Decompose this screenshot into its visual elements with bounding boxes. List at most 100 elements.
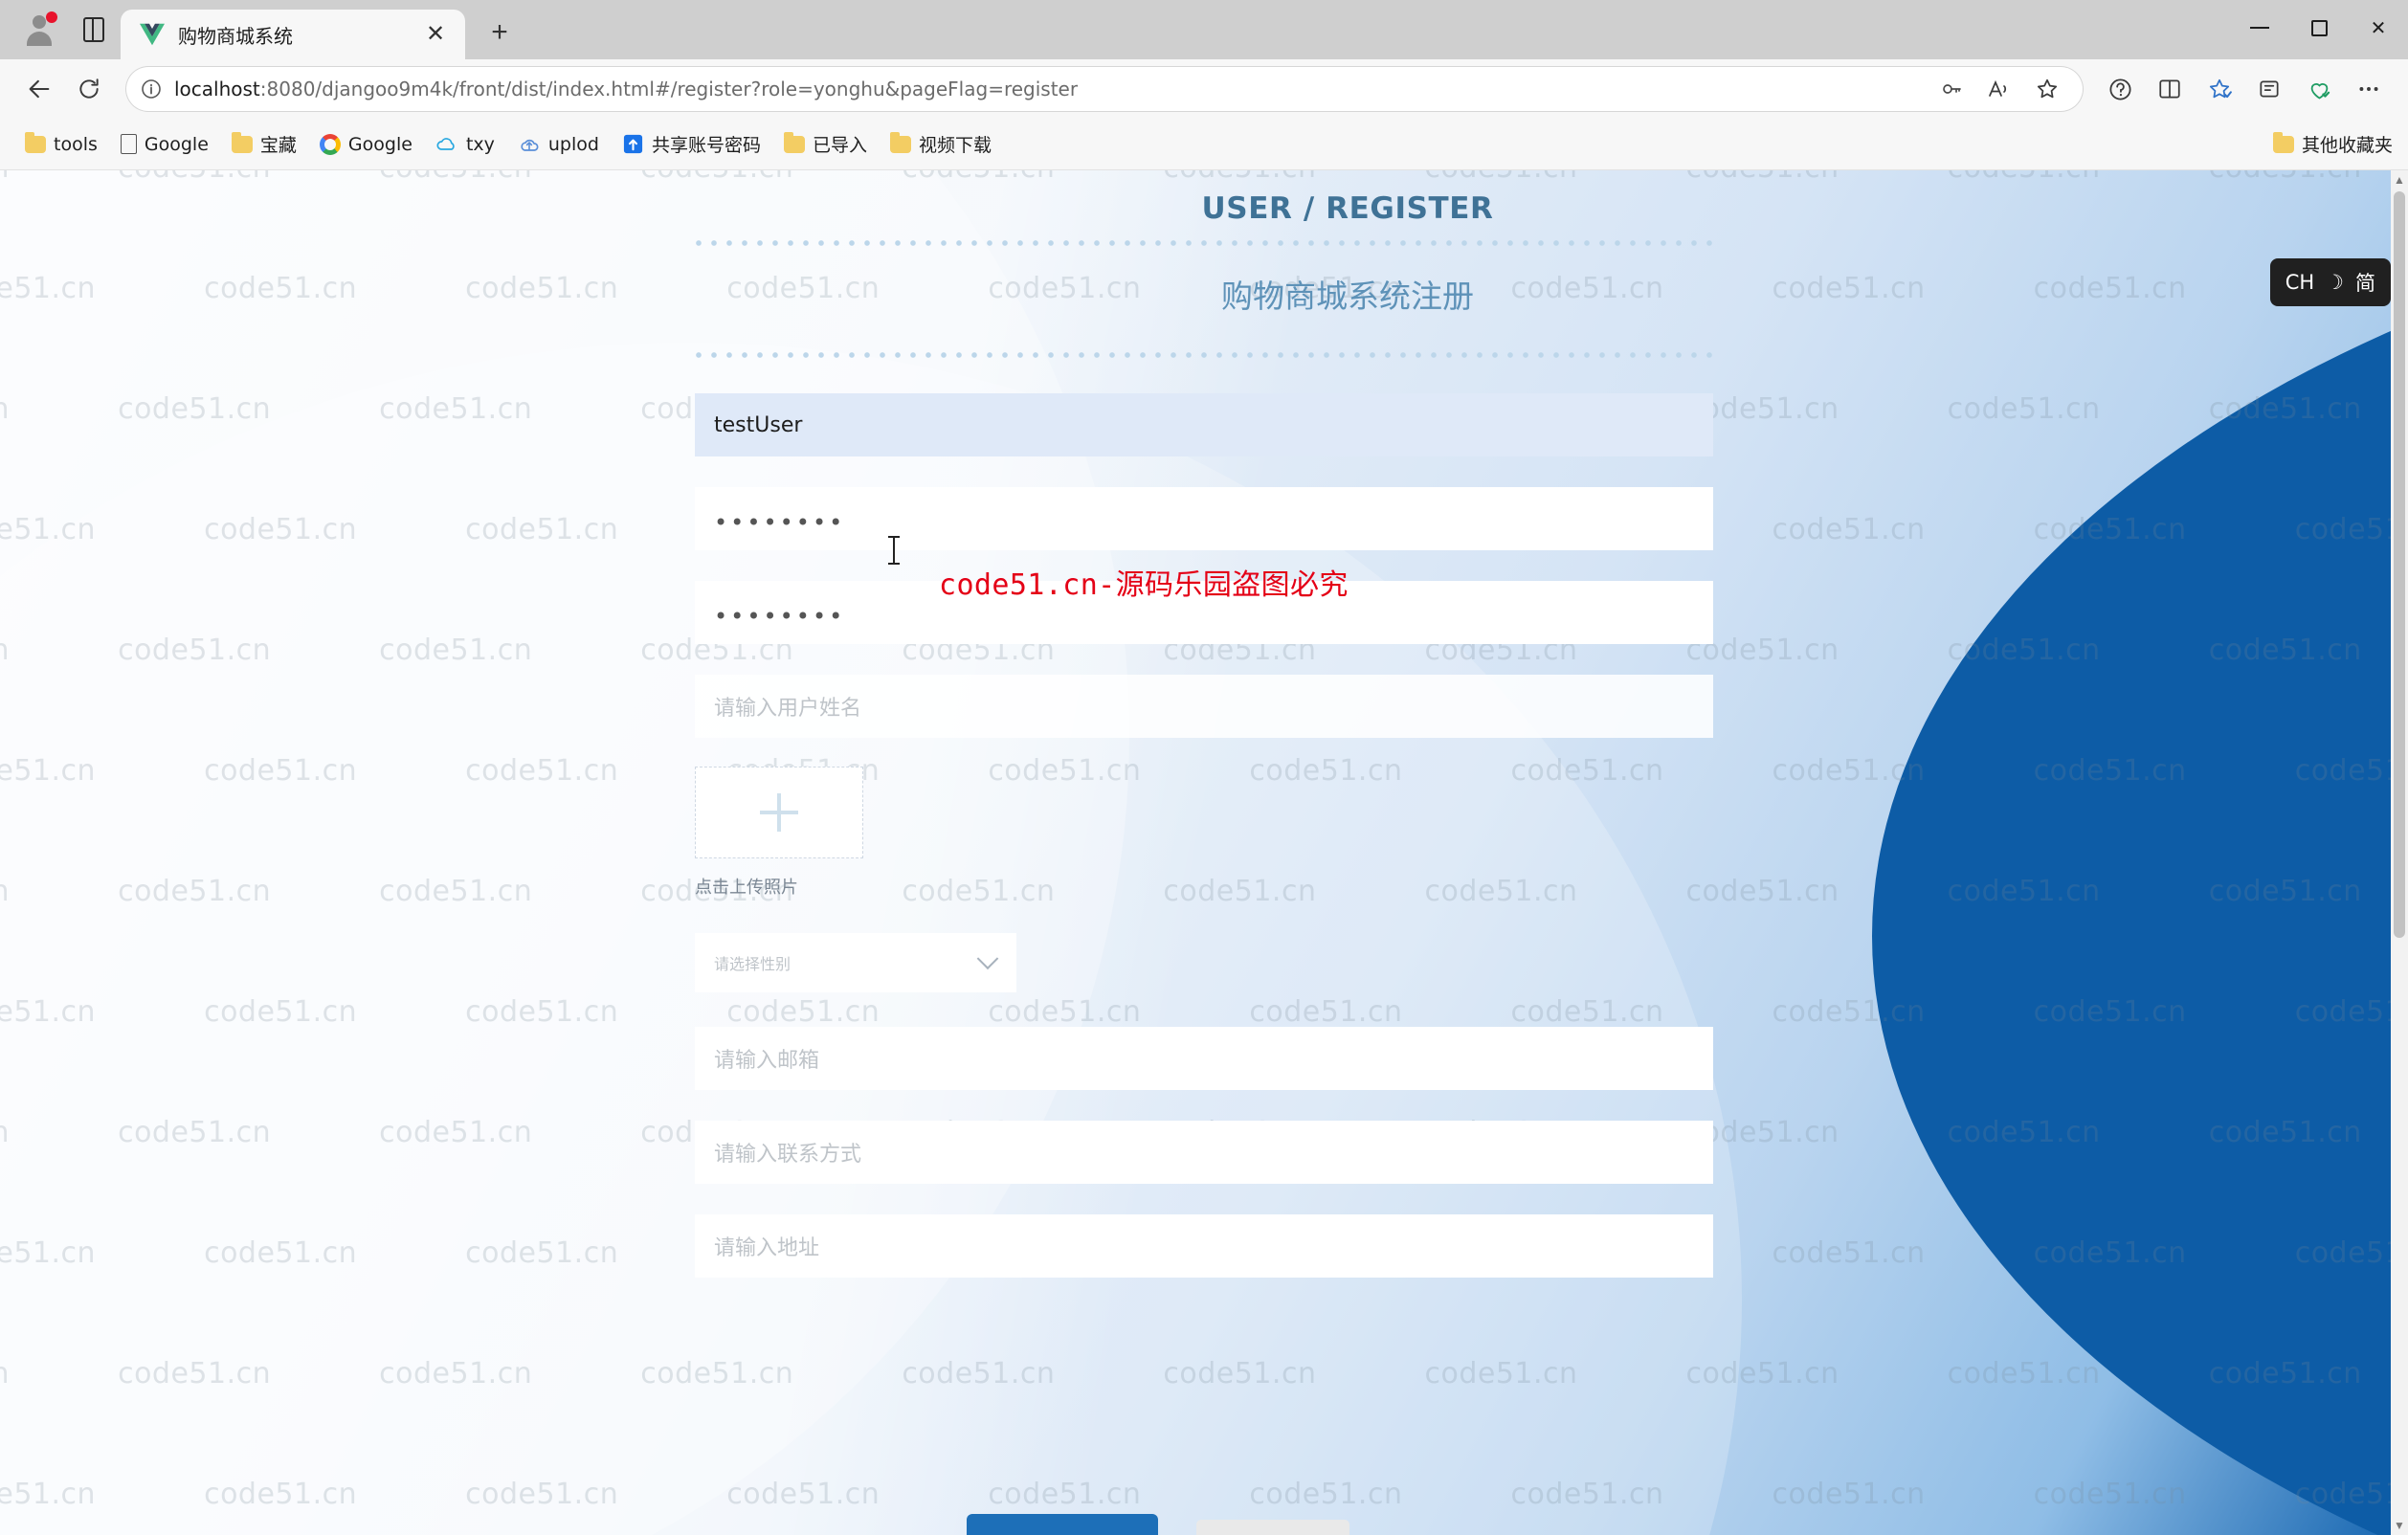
- bookmark-label: 已导入: [812, 135, 867, 156]
- url-host: localhost: [174, 78, 260, 100]
- reload-button[interactable]: [67, 67, 111, 111]
- browser-essentials-button[interactable]: [2297, 67, 2341, 111]
- upload-caption: 点击上传照片: [695, 878, 798, 898]
- bookmark-google[interactable]: Google: [310, 129, 422, 160]
- upload-icon: [521, 139, 539, 151]
- register-form-container: USER / REGISTER 购物商城系统注册 testUser ••••••…: [0, 170, 2408, 1535]
- collections-icon: [2260, 80, 2279, 98]
- bookmark-video-download[interactable]: 视频下载: [881, 126, 1001, 162]
- bookmark-label: uplod: [547, 133, 599, 155]
- page-scrollbar[interactable]: ▲ ▼: [2391, 170, 2408, 1535]
- key-icon[interactable]: [1929, 67, 1973, 111]
- folder-icon: [25, 131, 46, 153]
- page-title-en: USER / REGISTER: [1201, 191, 1494, 226]
- bookmark-label: txy: [465, 133, 495, 155]
- bookmark-txy[interactable]: txy: [426, 129, 504, 160]
- password-confirm-mask: ••••••••: [714, 603, 846, 630]
- key-glyph-icon: [1943, 84, 1961, 94]
- gender-select[interactable]: 请选择性别: [695, 933, 1016, 992]
- collections-button[interactable]: [2247, 67, 2291, 111]
- chevron-down-icon: [976, 947, 999, 970]
- browser-settings-button[interactable]: [2347, 67, 2391, 111]
- photo-upload-button[interactable]: [695, 767, 863, 858]
- folder-icon: [231, 131, 253, 153]
- scroll-down-arrow[interactable]: ▼: [2391, 1516, 2408, 1535]
- scrollbar-thumb[interactable]: [2394, 191, 2405, 938]
- bookmark-tools[interactable]: tools: [15, 129, 107, 160]
- vertical-tabs-icon: [83, 17, 104, 42]
- field-fullname[interactable]: 请输入用户姓名: [695, 675, 1713, 738]
- phone-input[interactable]: 请输入联系方式: [695, 1121, 1713, 1184]
- browser-tab[interactable]: 购物商城系统 ✕: [121, 10, 465, 59]
- maximize-button[interactable]: [2289, 0, 2349, 56]
- field-address[interactable]: 请输入地址: [695, 1214, 1713, 1278]
- folder-icon: [783, 131, 805, 153]
- red-watermark-text: code51.cn-源码乐园盗图必究: [939, 568, 1349, 602]
- close-window-button[interactable]: ✕: [2349, 0, 2408, 56]
- profile-button[interactable]: [17, 8, 61, 52]
- page-title-cn: 购物商城系统注册: [1221, 278, 1474, 315]
- divider-top: [695, 239, 1713, 247]
- url-text[interactable]: localhost:8080/djangoo9m4k/front/dist/in…: [174, 78, 1918, 100]
- favorites-button[interactable]: [2197, 67, 2241, 111]
- bookmark-label: 视频下载: [919, 135, 992, 156]
- password-input[interactable]: ••••••••: [695, 487, 1713, 550]
- other-favorites-label: 其他收藏夹: [2301, 135, 2393, 156]
- password-mask: ••••••••: [714, 509, 846, 536]
- bookmark-shared-passwords[interactable]: 共享账号密码: [613, 126, 770, 162]
- bookmark-imported[interactable]: 已导入: [774, 126, 877, 162]
- field-phone[interactable]: 请输入联系方式: [695, 1121, 1713, 1184]
- plus-icon: [760, 793, 798, 832]
- bookmark-label: Google: [347, 133, 412, 155]
- bookmarks-bar: tools Google 宝藏 Google txy uplod 共享账号密码 …: [0, 119, 2408, 170]
- address-input[interactable]: 请输入地址: [695, 1214, 1713, 1278]
- fullname-input[interactable]: 请输入用户姓名: [695, 675, 1713, 738]
- bookmark-baozang[interactable]: 宝藏: [222, 126, 306, 162]
- omnibox-actions: [1929, 67, 2069, 111]
- bookmark-label: Google: [144, 133, 209, 155]
- new-tab-button[interactable]: +: [479, 11, 521, 54]
- tabstrip-left-controls: [10, 0, 121, 59]
- bookmark-uplod[interactable]: uplod: [508, 129, 609, 160]
- read-aloud-icon[interactable]: [1977, 67, 2021, 111]
- ime-language: CH: [2285, 271, 2315, 294]
- favorite-star-icon[interactable]: [2025, 67, 2069, 111]
- profile-notification-dot: [46, 11, 57, 23]
- reload-icon: [79, 78, 99, 99]
- minimize-button[interactable]: [2230, 0, 2289, 56]
- minimize-icon: [2250, 27, 2269, 29]
- username-input[interactable]: testUser: [695, 393, 1713, 456]
- back-button[interactable]: [17, 67, 61, 111]
- extensions-button[interactable]: [2098, 67, 2142, 111]
- url-path: :8080/djangoo9m4k/front/dist/index.html#…: [259, 78, 1079, 100]
- gender-placeholder: 请选择性别: [714, 957, 792, 973]
- site-info-icon[interactable]: [140, 78, 163, 100]
- folder-icon: [2272, 131, 2294, 153]
- phone-placeholder: 请输入联系方式: [714, 1143, 862, 1167]
- bookmark-label: 宝藏: [259, 135, 297, 156]
- field-username[interactable]: testUser: [695, 393, 1713, 456]
- bottom-floating-card-2: [1196, 1520, 1349, 1535]
- window-controls: ✕: [2230, 0, 2408, 56]
- ime-status-badge[interactable]: CH ☽ 简: [2269, 258, 2391, 306]
- field-email[interactable]: 请输入邮箱: [695, 1027, 1713, 1090]
- address-bar[interactable]: localhost:8080/djangoo9m4k/front/dist/in…: [126, 67, 2083, 111]
- other-favorites[interactable]: 其他收藏夹: [2272, 131, 2393, 157]
- moon-icon: ☽: [2326, 271, 2344, 294]
- split-screen-button[interactable]: [2148, 67, 2192, 111]
- heart-shield-icon: [2310, 82, 2330, 100]
- bookmark-google-doc[interactable]: Google: [111, 129, 218, 160]
- field-password[interactable]: ••••••••: [695, 487, 1713, 550]
- tab-title: 购物商城系统: [178, 24, 293, 48]
- scroll-up-arrow[interactable]: ▲: [2391, 170, 2408, 189]
- email-input[interactable]: 请输入邮箱: [695, 1027, 1713, 1090]
- tab-close-button[interactable]: ✕: [419, 18, 452, 51]
- text-cursor-icon: [888, 536, 900, 565]
- maximize-icon: [2310, 19, 2328, 36]
- bottom-floating-card: [967, 1514, 1158, 1535]
- email-placeholder: 请输入邮箱: [714, 1049, 820, 1073]
- tab-actions-button[interactable]: [75, 11, 113, 49]
